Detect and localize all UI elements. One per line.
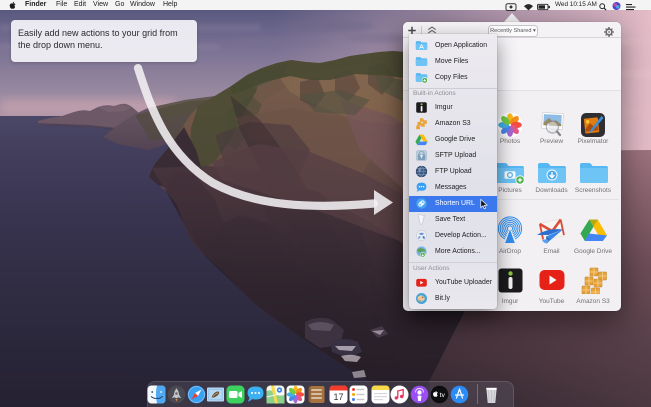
svg-text:17: 17 <box>333 392 343 402</box>
svg-text:tv: tv <box>440 392 446 399</box>
